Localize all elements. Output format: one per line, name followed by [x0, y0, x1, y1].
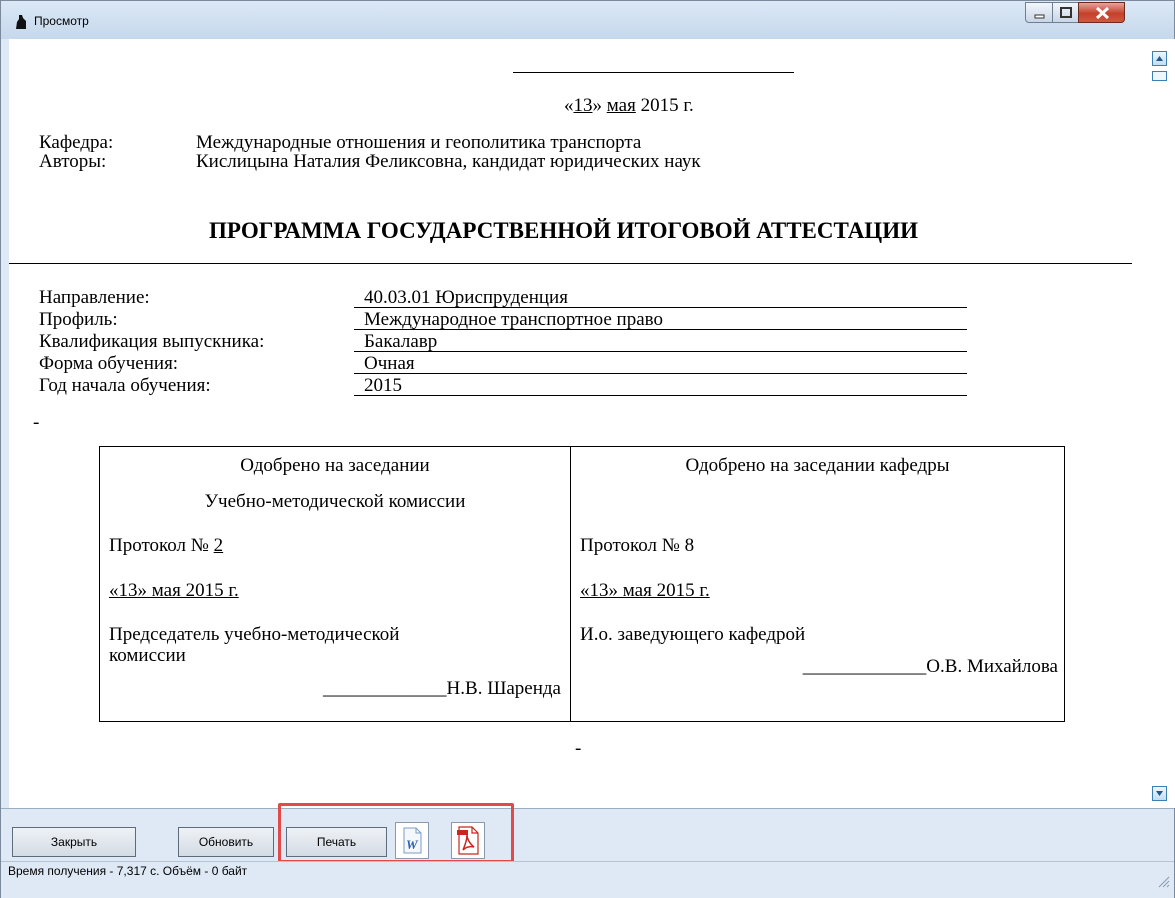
minimize-button[interactable] — [1025, 2, 1053, 23]
heading-rule — [9, 263, 1132, 264]
authors-label: Авторы: — [39, 151, 107, 172]
field-value: Международное транспортное право — [364, 309, 663, 330]
refresh-button[interactable]: Обновить — [178, 827, 274, 857]
maximize-icon — [1060, 7, 1072, 18]
field-label: Год начала обучения: — [39, 375, 211, 396]
field-underline — [354, 373, 967, 374]
approval-left-protocol: Протокол № 2 — [109, 535, 224, 556]
approval-left-line1: Одобрено на заседании — [240, 455, 430, 476]
export-highlight-frame — [278, 803, 514, 863]
approval-left-line2: Учебно-методической комиссии — [204, 491, 466, 512]
dash-mark: - — [575, 738, 582, 759]
field-value: 40.03.01 Юриспруденция — [364, 287, 568, 308]
approval-right-line1: Одобрено на заседании кафедры — [685, 455, 950, 476]
document-date: «13» мая 2015 г. — [564, 95, 694, 116]
approval-right-protocol: Протокол № 8 — [580, 535, 695, 556]
approval-left-date: «13» мая 2015 г. — [109, 580, 239, 601]
field-label: Профиль: — [39, 309, 118, 330]
vertical-scrollbar[interactable] — [1148, 39, 1175, 808]
field-label: Форма обучения: — [39, 353, 179, 374]
app-icon — [16, 15, 26, 29]
field-value: Бакалавр — [364, 331, 438, 352]
department-label: Кафедра: — [39, 132, 114, 153]
title-bar: Просмотр — [1, 1, 1174, 39]
approval-left-role-cont: комиссии — [109, 645, 186, 666]
approval-divider — [570, 447, 571, 721]
arrow-up-icon — [1156, 56, 1163, 61]
arrow-down-icon — [1156, 791, 1163, 796]
authors-value: Кислицына Наталия Феликсовна, кандидат ю… — [196, 151, 701, 172]
department-value: Международные отношения и геополитика тр… — [196, 132, 642, 153]
resize-grip-icon[interactable] — [1156, 863, 1170, 893]
scroll-thumb[interactable] — [1152, 71, 1167, 81]
preview-window: Просмотр «13» мая 2015 г. Кафедра: Между… — [0, 0, 1175, 898]
approval-right-date: «13» мая 2015 г. — [580, 580, 710, 601]
document-heading: ПРОГРАММА ГОСУДАРСТВЕННОЙ ИТОГОВОЙ АТТЕС… — [209, 218, 918, 243]
window-title: Просмотр — [34, 14, 89, 28]
close-icon — [1095, 6, 1110, 20]
field-underline — [354, 395, 967, 396]
field-label: Направление: — [39, 287, 150, 308]
signature-line-top — [513, 72, 794, 73]
approval-table: Одобрено на заседании Учебно-методическо… — [99, 446, 1065, 722]
status-bar: Время получения - 7,317 с. Объём - 0 бай… — [1, 861, 1174, 898]
bottom-toolbar — [1, 808, 1174, 862]
minimize-icon — [1034, 14, 1045, 19]
status-text: Время получения - 7,317 с. Объём - 0 бай… — [8, 864, 248, 878]
approval-right-role: И.о. заведующего кафедрой — [580, 624, 806, 645]
close-window-button[interactable] — [1078, 2, 1125, 23]
field-underline — [354, 351, 967, 352]
field-label: Квалификация выпускника: — [39, 331, 265, 352]
scroll-up-button[interactable] — [1152, 51, 1167, 66]
close-button[interactable]: Закрыть — [12, 827, 136, 857]
approval-right-signature: _____________О.В. Михайлова — [802, 656, 1058, 677]
field-value: Очная — [364, 353, 415, 374]
approval-left-signature: _____________Н.В. Шаренда — [323, 678, 561, 699]
scroll-down-button[interactable] — [1152, 786, 1167, 801]
approval-left-role: Председатель учебно-методической — [109, 624, 400, 645]
document-preview: «13» мая 2015 г. Кафедра: Международные … — [9, 39, 1148, 808]
status-separator — [1, 861, 1174, 862]
maximize-button[interactable] — [1052, 2, 1079, 23]
field-underline — [354, 329, 967, 330]
field-value: 2015 — [364, 375, 402, 396]
field-underline — [354, 307, 967, 308]
dash-mark: - — [33, 412, 40, 433]
